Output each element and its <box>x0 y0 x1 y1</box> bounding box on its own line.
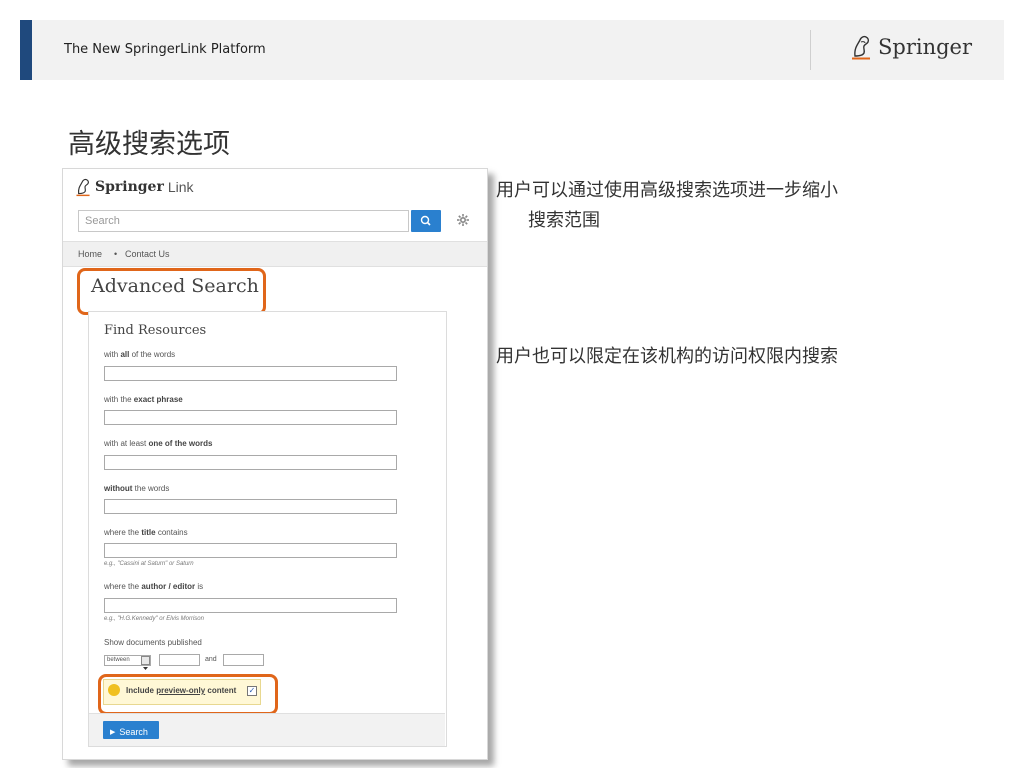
label-exact-phrase: with the exact phrase <box>104 395 183 404</box>
author-editor-input[interactable] <box>104 598 397 613</box>
start-year-input[interactable] <box>159 654 200 666</box>
author-example: e.g., "H.G.Kennedy" or Elvis Morrison <box>104 616 204 622</box>
title-example: e.g., "Cassini at Saturn" or Saturn <box>104 561 194 567</box>
note1-line2: 搜索范围 <box>528 210 600 231</box>
exact-phrase-input[interactable] <box>104 410 397 425</box>
header-accent-bar <box>20 20 32 80</box>
note1-line1: 用户可以通过使用高级搜索选项进一步缩小 <box>496 180 838 201</box>
header-divider <box>810 30 811 70</box>
end-year-input[interactable] <box>223 654 264 666</box>
brand-link: Link <box>167 179 194 195</box>
and-label: and <box>205 656 217 663</box>
gear-icon[interactable] <box>456 213 470 227</box>
springer-logo: Springer <box>850 34 972 60</box>
slide-title: 高级搜索选项 <box>68 129 230 160</box>
logo-text: Springer <box>878 35 973 59</box>
label-one-of-words: with at least one of the words <box>104 439 213 448</box>
label-show-published: Show documents published <box>104 638 202 647</box>
without-words-input[interactable] <box>104 499 397 514</box>
nav-separator: • <box>114 249 118 259</box>
all-words-input[interactable] <box>104 366 397 381</box>
label-author-editor: where the author / editor is <box>104 582 204 591</box>
label-title-contains: where the title contains <box>104 528 188 537</box>
search-input[interactable]: Search <box>78 210 409 232</box>
highlight-advanced-title <box>77 268 266 315</box>
brand-name: Springer <box>95 179 164 195</box>
search-icon <box>420 215 431 226</box>
search-submit-button[interactable]: ▶ Search <box>103 721 159 739</box>
label-all-words: with all of the words <box>104 350 176 359</box>
springerlink-logo[interactable]: Springer Link <box>75 177 194 197</box>
one-of-words-input[interactable] <box>104 455 397 470</box>
label-without-words: without the words <box>104 484 170 493</box>
highlight-preview-only <box>98 674 278 715</box>
note-access-limit: 用户也可以限定在该机构的访问权限内搜索 <box>496 346 838 367</box>
play-icon: ▶ <box>110 728 116 736</box>
find-resources-title: Find Resources <box>104 323 207 338</box>
nav-home[interactable]: Home <box>78 249 102 259</box>
springer-horse-icon <box>76 178 90 197</box>
breadcrumb-nav: Home • Contact Us <box>63 241 487 267</box>
header-title: The New SpringerLink Platform <box>64 42 266 57</box>
title-contains-input[interactable] <box>104 543 397 558</box>
nav-contact-us[interactable]: Contact Us <box>125 249 170 259</box>
search-button[interactable] <box>411 210 441 232</box>
springer-horse-icon <box>852 35 870 60</box>
springerlink-screenshot: Springer Link Search Home • Contact Us A… <box>62 168 488 760</box>
search-submit-label: Search <box>119 726 148 737</box>
chevron-down-icon[interactable] <box>141 656 150 670</box>
note-refine-search: 用户可以通过使用高级搜索选项进一步缩小 搜索范围 <box>496 176 926 236</box>
